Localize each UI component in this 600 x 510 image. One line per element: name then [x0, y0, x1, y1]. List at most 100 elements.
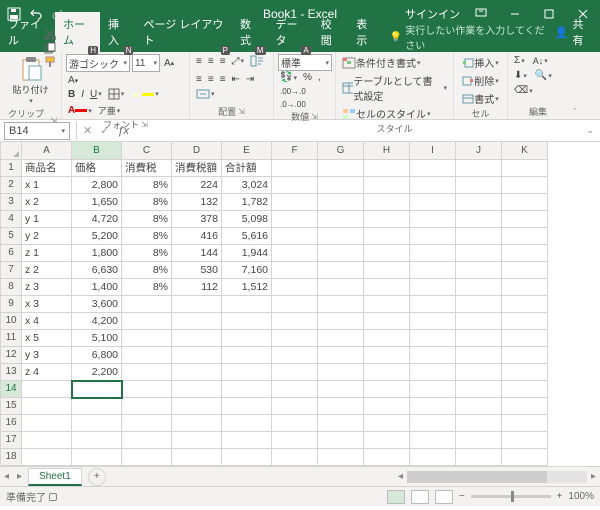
cell[interactable] [364, 228, 410, 245]
cell[interactable] [456, 177, 502, 194]
fill-color-icon[interactable]: ▾ [128, 88, 161, 100]
cell[interactable] [502, 279, 548, 296]
cell[interactable] [272, 415, 318, 432]
cell[interactable]: 5,100 [72, 330, 122, 347]
fx-icon[interactable]: ƒx [117, 125, 129, 137]
cell[interactable] [410, 313, 456, 330]
cell[interactable] [364, 330, 410, 347]
cell[interactable] [502, 194, 548, 211]
cell[interactable] [364, 245, 410, 262]
cell[interactable] [122, 449, 172, 466]
cell[interactable] [222, 398, 272, 415]
insert-cells-button[interactable]: 挿入▾ [458, 54, 503, 71]
cell[interactable] [122, 296, 172, 313]
cell[interactable] [364, 381, 410, 398]
enter-edit-icon[interactable]: ✓ [100, 124, 109, 137]
cell[interactable]: 8% [122, 194, 172, 211]
col-header[interactable]: E [222, 142, 272, 160]
zoom-slider[interactable] [471, 495, 551, 498]
cell[interactable]: 6,800 [72, 347, 122, 364]
cell[interactable] [410, 228, 456, 245]
row-header[interactable]: 11 [0, 330, 22, 347]
increase-font-icon[interactable]: A▴ [162, 57, 176, 70]
cell[interactable] [122, 381, 172, 398]
signin-link[interactable]: サインイン [405, 6, 464, 22]
prev-sheet-icon[interactable]: ◂ [0, 471, 13, 482]
cell[interactable] [172, 347, 222, 364]
cell[interactable] [172, 381, 222, 398]
cell[interactable]: 4,720 [72, 211, 122, 228]
cell[interactable]: y 3 [22, 347, 72, 364]
cell[interactable] [410, 279, 456, 296]
cell[interactable] [364, 262, 410, 279]
cell[interactable] [318, 415, 364, 432]
col-header[interactable]: A [22, 142, 72, 160]
decrease-indent-icon[interactable]: ⇤ [230, 73, 242, 86]
cell[interactable] [456, 347, 502, 364]
cell[interactable]: 144 [172, 245, 222, 262]
cell[interactable]: 価格 [72, 160, 122, 177]
cell[interactable]: 8% [122, 177, 172, 194]
cell[interactable] [364, 432, 410, 449]
formula-input[interactable] [135, 122, 580, 140]
cell[interactable] [502, 228, 548, 245]
cell[interactable] [410, 177, 456, 194]
row-header[interactable]: 4 [0, 211, 22, 228]
cell[interactable] [122, 415, 172, 432]
cell[interactable]: 8% [122, 279, 172, 296]
cell[interactable] [222, 381, 272, 398]
cell[interactable] [410, 245, 456, 262]
align-middle-icon[interactable]: ≡ [206, 55, 216, 68]
cell[interactable] [272, 296, 318, 313]
cell[interactable]: 416 [172, 228, 222, 245]
phonetic-icon[interactable]: ア亜▾ [96, 103, 123, 118]
row-header[interactable]: 17 [0, 432, 22, 449]
border-icon[interactable]: ▾ [106, 87, 127, 101]
cell[interactable] [364, 211, 410, 228]
cell[interactable] [502, 330, 548, 347]
cell[interactable] [456, 364, 502, 381]
col-header[interactable]: G [318, 142, 364, 160]
cell[interactable] [272, 381, 318, 398]
delete-cells-button[interactable]: 削除▾ [458, 72, 503, 89]
find-icon[interactable]: 🔍▾ [533, 69, 554, 82]
col-header[interactable]: F [272, 142, 318, 160]
cell[interactable] [410, 262, 456, 279]
cell[interactable] [272, 347, 318, 364]
cell[interactable] [410, 347, 456, 364]
cell[interactable] [272, 449, 318, 466]
italic-button[interactable]: I [79, 88, 86, 101]
align-right-icon[interactable]: ≡ [218, 73, 228, 86]
name-box[interactable]: B14▾ [4, 122, 70, 140]
align-left-icon[interactable]: ≡ [194, 73, 204, 86]
tell-me[interactable]: 💡実行したい作業を入力してください [390, 22, 545, 52]
cell[interactable]: 8% [122, 228, 172, 245]
sort-filter-icon[interactable]: A↓▾ [531, 54, 550, 67]
cell[interactable] [410, 381, 456, 398]
cell[interactable] [502, 449, 548, 466]
cell[interactable] [502, 262, 548, 279]
cell[interactable] [502, 160, 548, 177]
cell[interactable] [172, 296, 222, 313]
cell[interactable] [72, 449, 122, 466]
zoom-value[interactable]: 100% [568, 491, 594, 502]
col-header[interactable]: C [122, 142, 172, 160]
cell[interactable] [272, 177, 318, 194]
cell[interactable]: 5,200 [72, 228, 122, 245]
cell[interactable] [172, 364, 222, 381]
decrease-decimal-icon[interactable]: .0→.00 [278, 99, 308, 110]
normal-view-icon[interactable] [387, 490, 405, 504]
cell[interactable] [318, 160, 364, 177]
cell[interactable] [72, 432, 122, 449]
row-header[interactable]: 16 [0, 415, 22, 432]
autosum-icon[interactable]: Σ▾ [512, 54, 527, 67]
cell[interactable] [502, 364, 548, 381]
cell[interactable] [364, 194, 410, 211]
align-center-icon[interactable]: ≡ [206, 73, 216, 86]
collapse-ribbon-icon[interactable]: ˆ [574, 107, 577, 117]
cell[interactable] [122, 347, 172, 364]
cell[interactable] [318, 296, 364, 313]
cell[interactable] [456, 279, 502, 296]
cell[interactable] [364, 398, 410, 415]
cell[interactable] [410, 330, 456, 347]
